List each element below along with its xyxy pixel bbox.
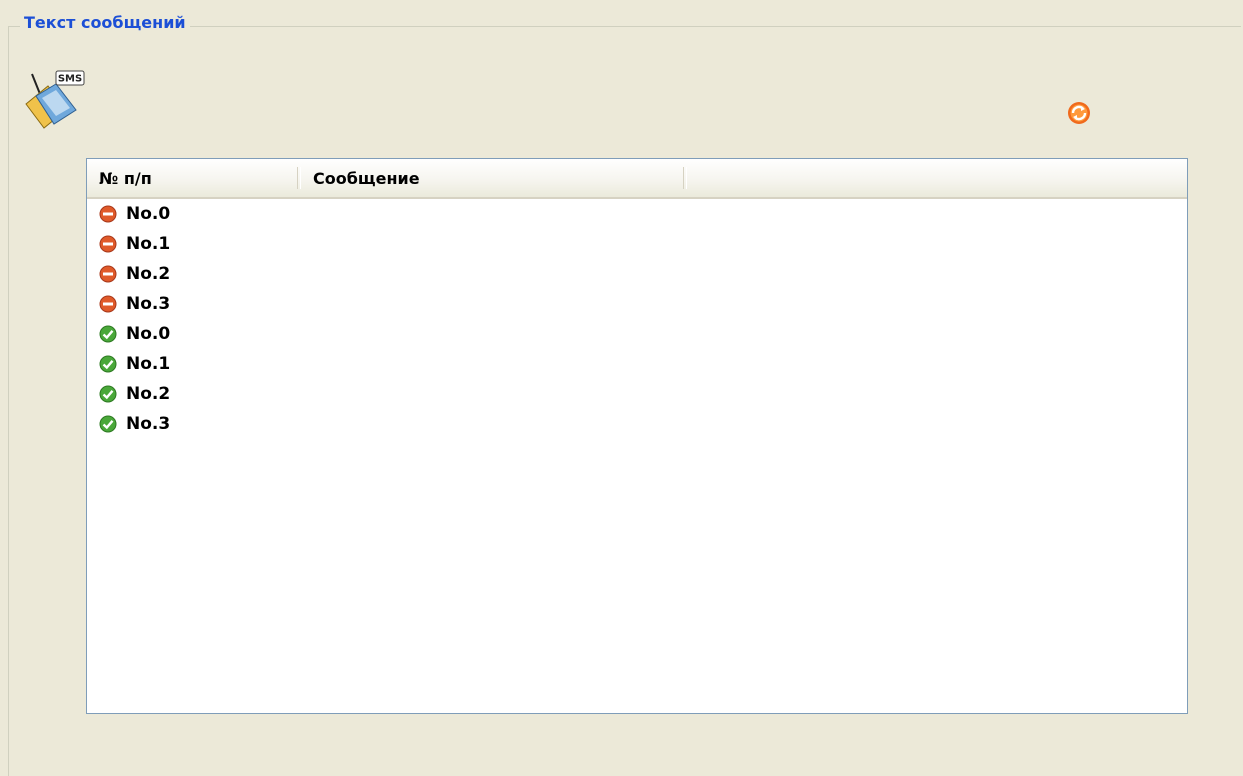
list-item-label: No.2 <box>126 264 171 284</box>
list-header: № п/п Сообщение <box>87 159 1187 199</box>
list-item-label: No.0 <box>126 204 171 224</box>
list-item-label: No.0 <box>126 324 171 344</box>
messages-list[interactable]: № п/п Сообщение No.0 No.1 No.2 No.3 No.0 No.1… <box>86 158 1188 714</box>
column-header-empty[interactable] <box>687 159 1185 197</box>
sms-app-icon: SMS <box>25 70 85 129</box>
group-title: Текст сообщений <box>20 13 190 32</box>
sms-badge-text: SMS <box>58 74 82 85</box>
list-item[interactable]: No.2 <box>99 259 170 289</box>
error-status-icon <box>99 295 117 313</box>
error-status-icon <box>99 205 117 223</box>
list-item-label: No.3 <box>126 294 171 314</box>
list-item[interactable]: No.3 <box>99 289 170 319</box>
list-item-label: No.2 <box>126 384 171 404</box>
list-item[interactable]: No.0 <box>99 199 170 229</box>
error-status-icon <box>99 265 117 283</box>
ok-status-icon <box>99 415 117 433</box>
list-item[interactable]: No.1 <box>99 349 170 379</box>
ok-status-icon <box>99 355 117 373</box>
list-item-label: No.3 <box>126 414 171 434</box>
list-item-label: No.1 <box>126 354 171 374</box>
error-status-icon <box>99 235 117 253</box>
list-item-label: No.1 <box>126 234 171 254</box>
refresh-icon[interactable] <box>1066 100 1092 126</box>
column-header-message[interactable]: Сообщение <box>301 159 683 197</box>
list-item[interactable]: No.0 <box>99 319 170 349</box>
list-item[interactable]: No.3 <box>99 409 170 439</box>
column-header-number[interactable]: № п/п <box>87 159 297 197</box>
list-rows: No.0 No.1 No.2 No.3 No.0 No.1 No.2 No.3 <box>99 199 170 439</box>
list-item[interactable]: No.2 <box>99 379 170 409</box>
ok-status-icon <box>99 325 117 343</box>
ok-status-icon <box>99 385 117 403</box>
list-item[interactable]: No.1 <box>99 229 170 259</box>
